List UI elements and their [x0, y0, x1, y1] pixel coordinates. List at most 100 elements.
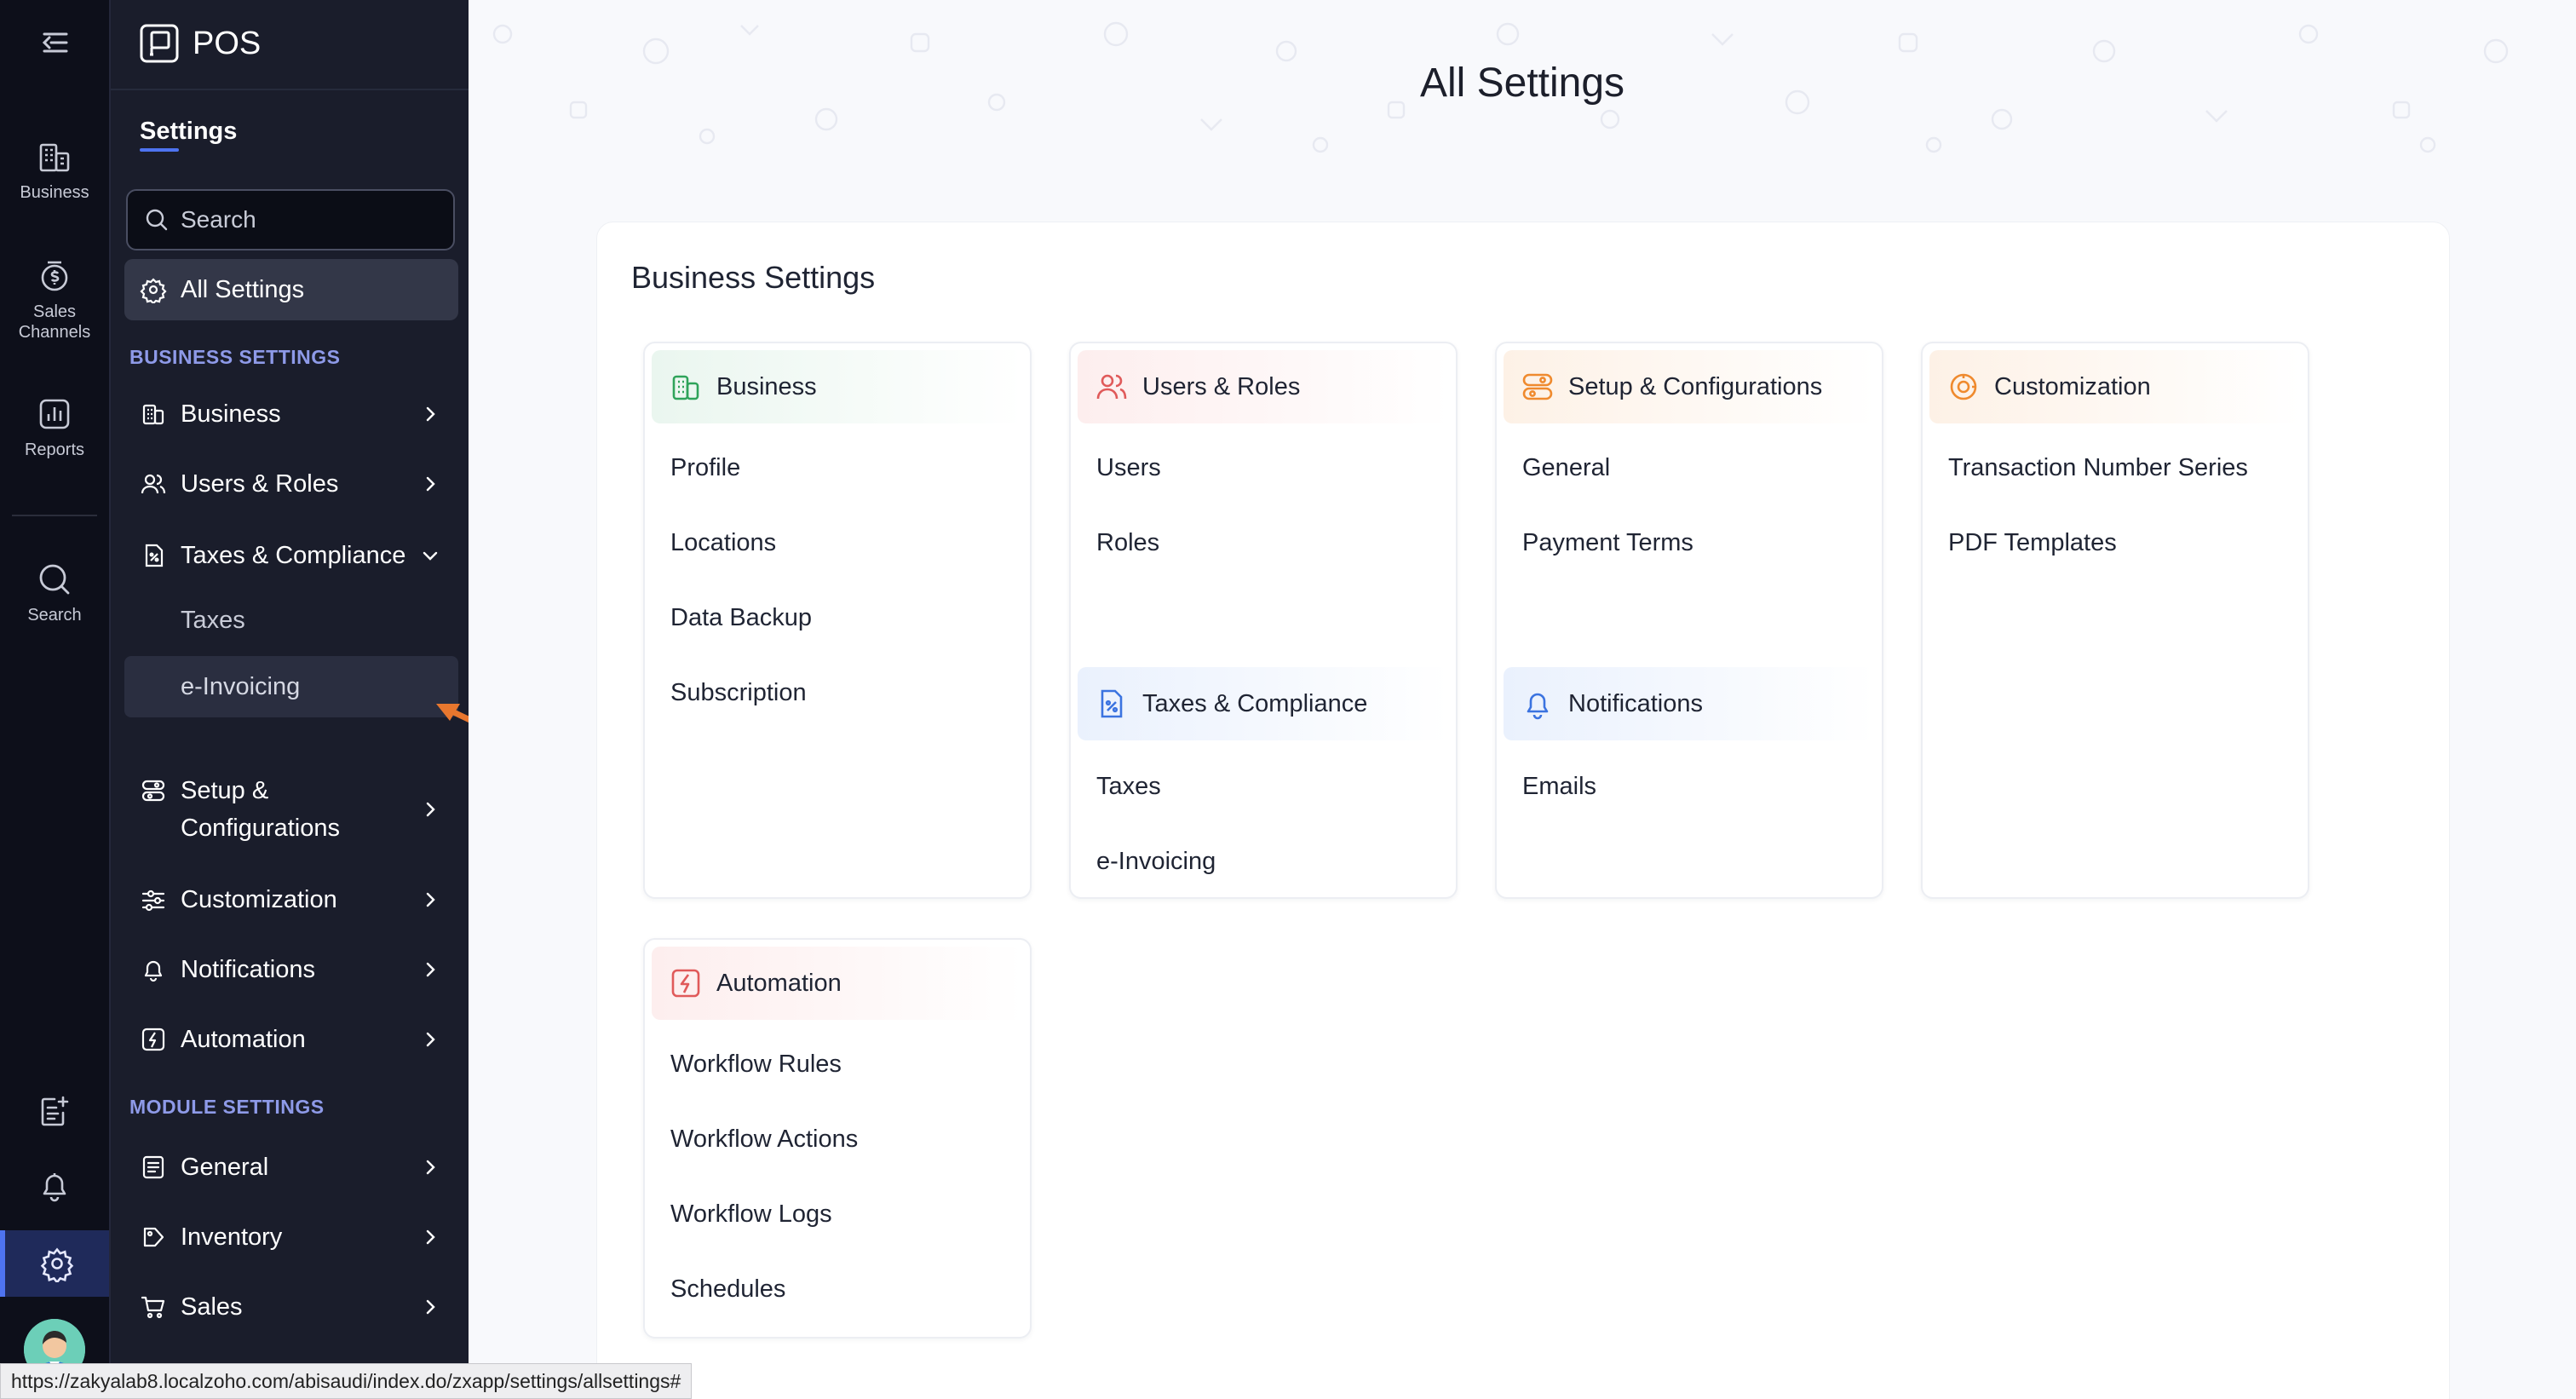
link-workflow-rules[interactable]: Workflow Rules: [670, 1051, 842, 1079]
link-data-backup[interactable]: Data Backup: [670, 604, 812, 632]
rail-notes-button[interactable]: [0, 1091, 109, 1131]
link-workflow-logs[interactable]: Workflow Logs: [670, 1200, 832, 1229]
sidebar-item-business[interactable]: Business: [124, 395, 458, 433]
link-transaction-number-series[interactable]: Transaction Number Series: [1948, 454, 2248, 482]
document-list-icon: [142, 1155, 164, 1179]
sidebar-item-label: Inventory: [181, 1223, 283, 1251]
chevron-right-icon: [426, 406, 435, 422]
menu-collapse-icon: [42, 32, 68, 53]
sidebar-item-label: General: [181, 1154, 269, 1181]
sidebar-item-sales[interactable]: Sales: [124, 1288, 458, 1326]
card-header-customization: Customization: [1929, 350, 2301, 423]
sidebar-item-label: All Settings: [181, 275, 305, 303]
bell-icon: [1527, 693, 1549, 720]
rail-item-label: Reports: [24, 440, 85, 459]
sidebar-item-automation[interactable]: Automation: [124, 1021, 458, 1058]
building-icon: [142, 404, 164, 425]
building-icon: [39, 143, 70, 172]
rail-item-label: Sales Channels: [18, 302, 91, 342]
link-taxes[interactable]: Taxes: [1096, 773, 1161, 801]
status-bar-url: https://zakyalab8.localzoho.com/abisaudi…: [0, 1363, 693, 1399]
link-roles[interactable]: Roles: [1096, 529, 1159, 557]
rail-item-search[interactable]: Search: [0, 559, 109, 625]
link-emails[interactable]: Emails: [1522, 773, 1596, 801]
link-users[interactable]: Users: [1096, 454, 1161, 482]
chevron-right-icon: [426, 1160, 435, 1175]
sidebar-search[interactable]: [126, 189, 455, 250]
brand-divider: [111, 89, 470, 90]
sidebar-item-customization[interactable]: Customization: [124, 881, 458, 918]
sidebar-search-input[interactable]: [181, 206, 436, 233]
card-title: Users & Roles: [1142, 372, 1301, 400]
link-e-invoicing[interactable]: e-Invoicing: [1096, 848, 1216, 876]
card-setup-configurations: Setup & Configurations General Payment T…: [1495, 342, 1883, 899]
section-label-module-settings: MODULE SETTINGS: [129, 1096, 325, 1118]
rail-settings-button[interactable]: [0, 1230, 109, 1297]
sidebar-item-label: Taxes & Compliance: [181, 542, 406, 569]
link-pdf-templates[interactable]: PDF Templates: [1948, 529, 2117, 557]
chevron-right-icon: [426, 962, 435, 977]
card-business: Business Profile Locations Data Backup S…: [643, 342, 1032, 899]
rail-item-business[interactable]: Business: [0, 136, 109, 203]
section-title: Business Settings: [631, 260, 876, 295]
link-general[interactable]: General: [1522, 454, 1610, 482]
sidebar-item-label: Users & Roles: [181, 470, 339, 498]
gear-icon: [40, 1247, 74, 1282]
sidebar-item-general[interactable]: General: [124, 1149, 458, 1186]
sidebar-item-users-roles[interactable]: Users & Roles: [124, 465, 458, 503]
sidebar-subitem-taxes[interactable]: Taxes: [124, 590, 458, 651]
sidebar-item-taxes-compliance[interactable]: Taxes & Compliance: [124, 537, 458, 574]
collapse-menu-button[interactable]: [0, 22, 109, 63]
rail-notifications-button[interactable]: [0, 1166, 109, 1206]
rail-item-reports[interactable]: Reports: [0, 394, 109, 460]
rail-item-label: Business: [20, 183, 89, 202]
customization-icon: [141, 889, 165, 912]
bell-icon: [43, 1173, 66, 1202]
sidebar-item-setup-configurations[interactable]: Setup & Configurations: [124, 772, 458, 847]
card-title: Setup & Configurations: [1568, 372, 1823, 400]
sidebar-item-label: Customization: [181, 886, 337, 913]
chevron-right-icon: [426, 1229, 435, 1245]
card-header-business: Business: [652, 350, 1023, 423]
chevron-right-icon: [426, 476, 435, 492]
card-title: Business: [716, 372, 817, 400]
sidebar-item-label: Business: [181, 400, 281, 428]
card-users-roles: Users & Roles Users Roles Taxes & Compli…: [1069, 342, 1458, 899]
link-subscription[interactable]: Subscription: [670, 679, 807, 707]
sidebar-title[interactable]: Settings: [140, 118, 237, 146]
card-customization: Customization Transaction Number Series …: [1921, 342, 2309, 899]
link-locations[interactable]: Locations: [670, 529, 776, 557]
sidebar-item-notifications[interactable]: Notifications: [124, 951, 458, 988]
lightning-icon: [671, 969, 700, 998]
sidebar-subitem-e-invoicing[interactable]: e-Invoicing: [124, 656, 458, 717]
search-icon: [146, 209, 168, 231]
chevron-right-icon: [426, 802, 435, 817]
bell-icon: [144, 960, 163, 982]
card-header-setup-configurations: Setup & Configurations: [1504, 350, 1875, 423]
link-profile[interactable]: Profile: [670, 454, 740, 482]
business-settings-panel: Business Settings Business Profile Locat…: [596, 222, 2450, 1399]
pos-logo-icon: [140, 24, 179, 63]
rail-divider: [12, 515, 97, 516]
tax-document-icon: [145, 544, 164, 567]
sidebar-item-label: Automation: [181, 1026, 306, 1053]
sidebar-item-label: Sales: [181, 1293, 243, 1321]
users-icon: [141, 474, 166, 494]
card-title: Customization: [1994, 372, 2151, 400]
card-header-automation: Automation: [652, 947, 1023, 1020]
rail-item-sales-channels[interactable]: Sales Channels: [0, 256, 109, 343]
section-label-business-settings: BUSINESS SETTINGS: [129, 346, 341, 368]
chevron-right-icon: [426, 892, 435, 907]
link-payment-terms[interactable]: Payment Terms: [1522, 529, 1693, 557]
reports-icon: [39, 399, 70, 429]
link-workflow-actions[interactable]: Workflow Actions: [670, 1126, 858, 1154]
notes-icon: [41, 1096, 69, 1126]
link-schedules[interactable]: Schedules: [670, 1275, 785, 1304]
card-header-taxes-compliance: Taxes & Compliance: [1078, 667, 1449, 740]
sidebar-item-inventory[interactable]: Inventory: [124, 1218, 458, 1256]
app-brand[interactable]: POS: [138, 22, 261, 65]
sidebar-item-all-settings[interactable]: All Settings: [124, 259, 458, 320]
sidebar-title-underline: [140, 148, 179, 152]
search-icon: [39, 564, 70, 595]
setup-sliders-icon: [1522, 373, 1553, 400]
